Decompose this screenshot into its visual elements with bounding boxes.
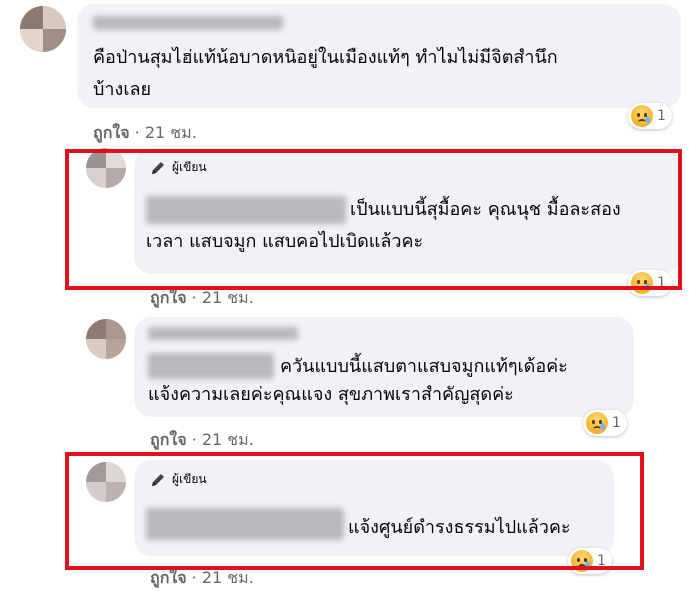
highlight-box bbox=[65, 149, 682, 290]
separator: · bbox=[191, 568, 197, 587]
comment-text-line: แจ้งความเลยค่ะคุณแจง สุขภาพเราสำคัญสุดค่… bbox=[148, 384, 514, 405]
timestamp-link[interactable]: 21 ชม. bbox=[202, 430, 254, 449]
timestamp-link[interactable]: 21 ชม. bbox=[202, 288, 254, 307]
separator: · bbox=[191, 288, 197, 307]
comment-meta: ถูกใจ · 21 ชม. bbox=[93, 121, 197, 146]
comment-text-line: คือป่านสุมไฮ่แท้น้อบาดหนิอยู่ในเมืองแท้ๆ… bbox=[93, 47, 558, 68]
highlight-box bbox=[65, 452, 644, 570]
like-link[interactable]: ถูกใจ bbox=[150, 288, 187, 307]
avatar[interactable] bbox=[86, 319, 126, 359]
sad-emoji-icon bbox=[586, 412, 608, 434]
like-link[interactable]: ถูกใจ bbox=[93, 123, 130, 142]
timestamp-link[interactable]: 21 ชม. bbox=[145, 123, 197, 142]
comment-meta: ถูกใจ · 21 ชม. bbox=[150, 428, 254, 453]
avatar[interactable] bbox=[20, 6, 66, 52]
comment-bubble: คือป่านสุมไฮ่แท้น้อบาดหนิอยู่ในเมืองแท้ๆ… bbox=[77, 4, 681, 108]
reaction-count[interactable]: 1 bbox=[583, 410, 627, 436]
separator: · bbox=[191, 430, 197, 449]
sad-emoji-icon bbox=[631, 105, 653, 127]
comment-bubble: ควันแบบนี้แสบตาแสบจมูกแท้ๆเด้อค่ะ แจ้งคว… bbox=[134, 317, 634, 417]
like-link[interactable]: ถูกใจ bbox=[150, 568, 187, 587]
timestamp-link[interactable]: 21 ชม. bbox=[202, 568, 254, 587]
author-name[interactable] bbox=[93, 16, 283, 30]
author-name[interactable] bbox=[148, 327, 298, 340]
separator: · bbox=[134, 123, 140, 142]
author-name-blur bbox=[148, 353, 274, 379]
comment-text-line: บ้างเลย bbox=[93, 79, 152, 100]
like-link[interactable]: ถูกใจ bbox=[150, 430, 187, 449]
reaction-count[interactable]: 1 bbox=[628, 103, 672, 129]
